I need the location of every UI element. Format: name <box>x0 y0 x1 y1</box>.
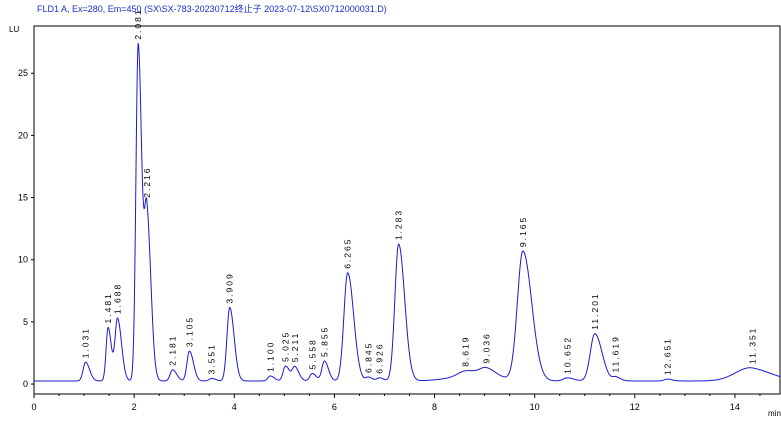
peak-label: 8.619 <box>461 336 471 367</box>
peak-label: 5.558 <box>307 338 317 369</box>
peak-label: 12.651 <box>662 337 672 375</box>
chart-title: FLD1 A, Ex=280, Em=450 (SX\SX-783-202307… <box>37 3 387 14</box>
peak-label: 5.211 <box>290 332 300 363</box>
y-tick-label: 15 <box>18 193 28 203</box>
chromatogram-chart: FLD1 A, Ex=280, Em=450 (SX\SX-783-202307… <box>9 3 781 418</box>
peak-labels: 1.0311.481 1.6882.0812.2162.1813.1053.551… <box>81 8 758 375</box>
y-tick-label: 25 <box>18 68 28 78</box>
x-tick-label: 8 <box>432 402 437 412</box>
y-axis-unit-label: LU <box>9 25 19 34</box>
x-tick-label: 10 <box>530 402 540 412</box>
peak-label: 1.031 <box>81 327 91 358</box>
peak-label: 11.201 <box>590 292 600 329</box>
peak-label: 1.283 <box>394 209 404 240</box>
peak-label: 6.926 <box>374 342 384 373</box>
x-tick-label: 0 <box>31 402 36 412</box>
x-tick-label: 2 <box>132 402 137 412</box>
x-tick-label: 4 <box>232 402 237 412</box>
peak-label: 2.181 <box>168 334 178 365</box>
y-tick-label: 20 <box>18 130 28 140</box>
y-tick-label: 10 <box>18 255 28 265</box>
x-axis-ticks: 0 2 4 6 8 10 12 14 <box>31 394 761 412</box>
peak-label: 5.855 <box>319 326 329 357</box>
peak-label: 2.081 <box>133 8 143 39</box>
peak-label: 1.100 <box>265 341 275 372</box>
peak-label: 2.216 <box>142 166 152 197</box>
y-axis-ticks: 0 5 10 15 20 25 <box>18 68 34 389</box>
peak-label: 6.845 <box>363 342 373 373</box>
peak-label: 6.265 <box>343 238 353 269</box>
x-tick-label: 12 <box>630 402 640 412</box>
x-tick-label: 14 <box>730 402 740 412</box>
peak-label: 3.105 <box>184 316 194 347</box>
peak-label: 11.351 <box>748 327 758 364</box>
peak-label: 1.688 <box>113 283 123 314</box>
peak-label: 11.619 <box>611 335 621 372</box>
y-tick-label: 0 <box>23 379 28 389</box>
peak-label: 3.551 <box>207 343 217 374</box>
x-tick-label: 6 <box>332 402 337 412</box>
chromatogram-trace <box>34 42 781 382</box>
peak-label: 9.036 <box>481 332 491 363</box>
x-axis-unit-label: min <box>768 409 781 418</box>
y-tick-label: 5 <box>23 317 28 327</box>
peak-label: 9.165 <box>518 216 528 247</box>
peak-label: 10.652 <box>562 336 572 374</box>
peak-label: 3.909 <box>225 272 235 303</box>
